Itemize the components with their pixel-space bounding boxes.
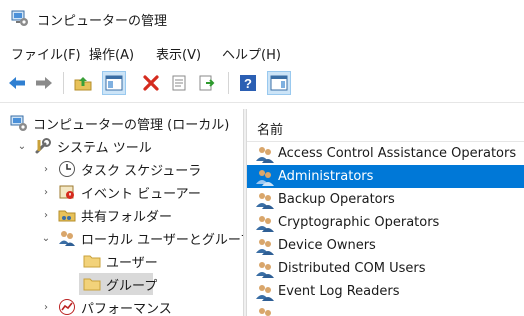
tree-item-local-users-groups[interactable]: ⌄ ローカル ユーザーとグループ: [40, 227, 243, 249]
tree-item-label: パフォーマンス: [81, 301, 172, 316]
tree-item-label: コンピューターの管理 (ローカル): [33, 117, 230, 133]
event-viewer-icon: [58, 183, 76, 201]
folder-icon: [83, 252, 101, 270]
users-groups-icon: [58, 229, 76, 247]
navigation-tree: コンピューターの管理 (ローカル) ⌄ システム ツール › タスク スケジュー…: [0, 109, 243, 316]
list-item-label: Event Log Readers: [278, 284, 400, 299]
tree-item-label: タスク スケジューラ: [81, 163, 202, 179]
tree-item-label: イベント ビューアー: [81, 186, 201, 202]
tree-item-label: ユーザー: [106, 255, 158, 271]
list-item[interactable]: Device Owners: [247, 234, 524, 257]
list-item-label: Backup Operators: [278, 192, 395, 207]
group-icon: [255, 168, 275, 186]
computer-management-icon: [10, 114, 28, 132]
list-item-label: Device Owners: [278, 238, 376, 253]
menu-action[interactable]: 操作(A): [87, 44, 136, 63]
menu-bar: ファイル(F) 操作(A) 表示(V) ヘルプ(H): [0, 40, 524, 66]
tree-item-system-tools[interactable]: ⌄ システム ツール: [16, 135, 152, 157]
column-header-name[interactable]: 名前: [257, 119, 283, 138]
tree-item-label: グループ: [106, 278, 158, 294]
group-icon: [255, 214, 275, 232]
chevron-down-icon[interactable]: ⌄: [40, 227, 52, 249]
tree-item-label: 共有フォルダー: [81, 209, 173, 225]
tree-item-label: ローカル ユーザーとグループ: [81, 232, 243, 248]
chevron-right-icon[interactable]: ›: [40, 204, 52, 226]
menu-view[interactable]: 表示(V): [154, 44, 203, 63]
chevron-right-icon[interactable]: ›: [40, 158, 52, 180]
properties-icon[interactable]: [167, 71, 191, 95]
computer-management-icon: [11, 10, 29, 27]
tree-item-label: システム ツール: [57, 140, 152, 156]
list-item[interactable]: [247, 303, 524, 316]
tree-item-shared-folders[interactable]: › 共有フォルダー: [40, 204, 172, 226]
up-folder-icon[interactable]: [71, 71, 95, 95]
toolbar: ?: [0, 66, 524, 103]
tree-item-event-viewer[interactable]: › イベント ビューアー: [40, 181, 201, 203]
list-item-label: Distributed COM Users: [278, 261, 426, 276]
group-icon: [255, 237, 275, 255]
tree-item-root[interactable]: コンピューターの管理 (ローカル): [10, 112, 229, 134]
list-item[interactable]: Cryptographic Operators: [247, 211, 524, 234]
tree-item-users[interactable]: ユーザー: [83, 250, 158, 272]
group-icon: [255, 191, 275, 209]
svg-text:?: ?: [244, 76, 252, 91]
tools-icon: [34, 137, 52, 155]
group-icon: [255, 260, 275, 278]
export-list-icon[interactable]: [195, 71, 219, 95]
chevron-down-icon[interactable]: ⌄: [16, 135, 28, 157]
window-title: コンピューターの管理: [37, 14, 168, 29]
menu-help[interactable]: ヘルプ(H): [220, 44, 283, 63]
action-pane-icon[interactable]: [267, 71, 291, 95]
tree-item-task-scheduler[interactable]: › タスク スケジューラ: [40, 158, 201, 180]
help-icon[interactable]: ?: [236, 71, 260, 95]
list-item[interactable]: Event Log Readers: [247, 280, 524, 303]
forward-arrow-icon[interactable]: [32, 71, 56, 95]
shared-folder-icon: [58, 206, 76, 224]
show-hide-tree-icon[interactable]: [102, 71, 126, 95]
folder-icon: [83, 275, 101, 293]
menu-file[interactable]: ファイル(F): [9, 44, 83, 63]
group-icon: [255, 145, 275, 163]
list-header: 名前: [247, 109, 524, 142]
delete-icon[interactable]: [139, 71, 163, 95]
back-arrow-icon[interactable]: [5, 71, 29, 95]
tree-item-performance[interactable]: › パフォーマンス: [40, 296, 172, 316]
tree-item-groups[interactable]: グループ: [79, 273, 157, 295]
toolbar-separator: [63, 72, 64, 94]
toolbar-separator: [228, 72, 229, 94]
list-item[interactable]: Distributed COM Users: [247, 257, 524, 280]
groups-list: 名前 Access Control Assistance Operators A…: [247, 109, 524, 316]
list-item-label: Access Control Assistance Operators: [278, 146, 517, 161]
group-icon: [255, 283, 275, 301]
chevron-right-icon[interactable]: ›: [40, 296, 52, 316]
list-item[interactable]: Access Control Assistance Operators: [247, 142, 524, 165]
list-item[interactable]: Backup Operators: [247, 188, 524, 211]
performance-icon: [58, 298, 76, 316]
group-icon: [255, 306, 275, 316]
list-item-label: Administrators: [278, 169, 374, 184]
title-bar: コンピューターの管理: [0, 0, 524, 38]
clock-icon: [58, 160, 76, 178]
list-item[interactable]: Administrators: [247, 165, 524, 188]
chevron-right-icon[interactable]: ›: [40, 181, 52, 203]
list-item-label: Cryptographic Operators: [278, 215, 440, 230]
